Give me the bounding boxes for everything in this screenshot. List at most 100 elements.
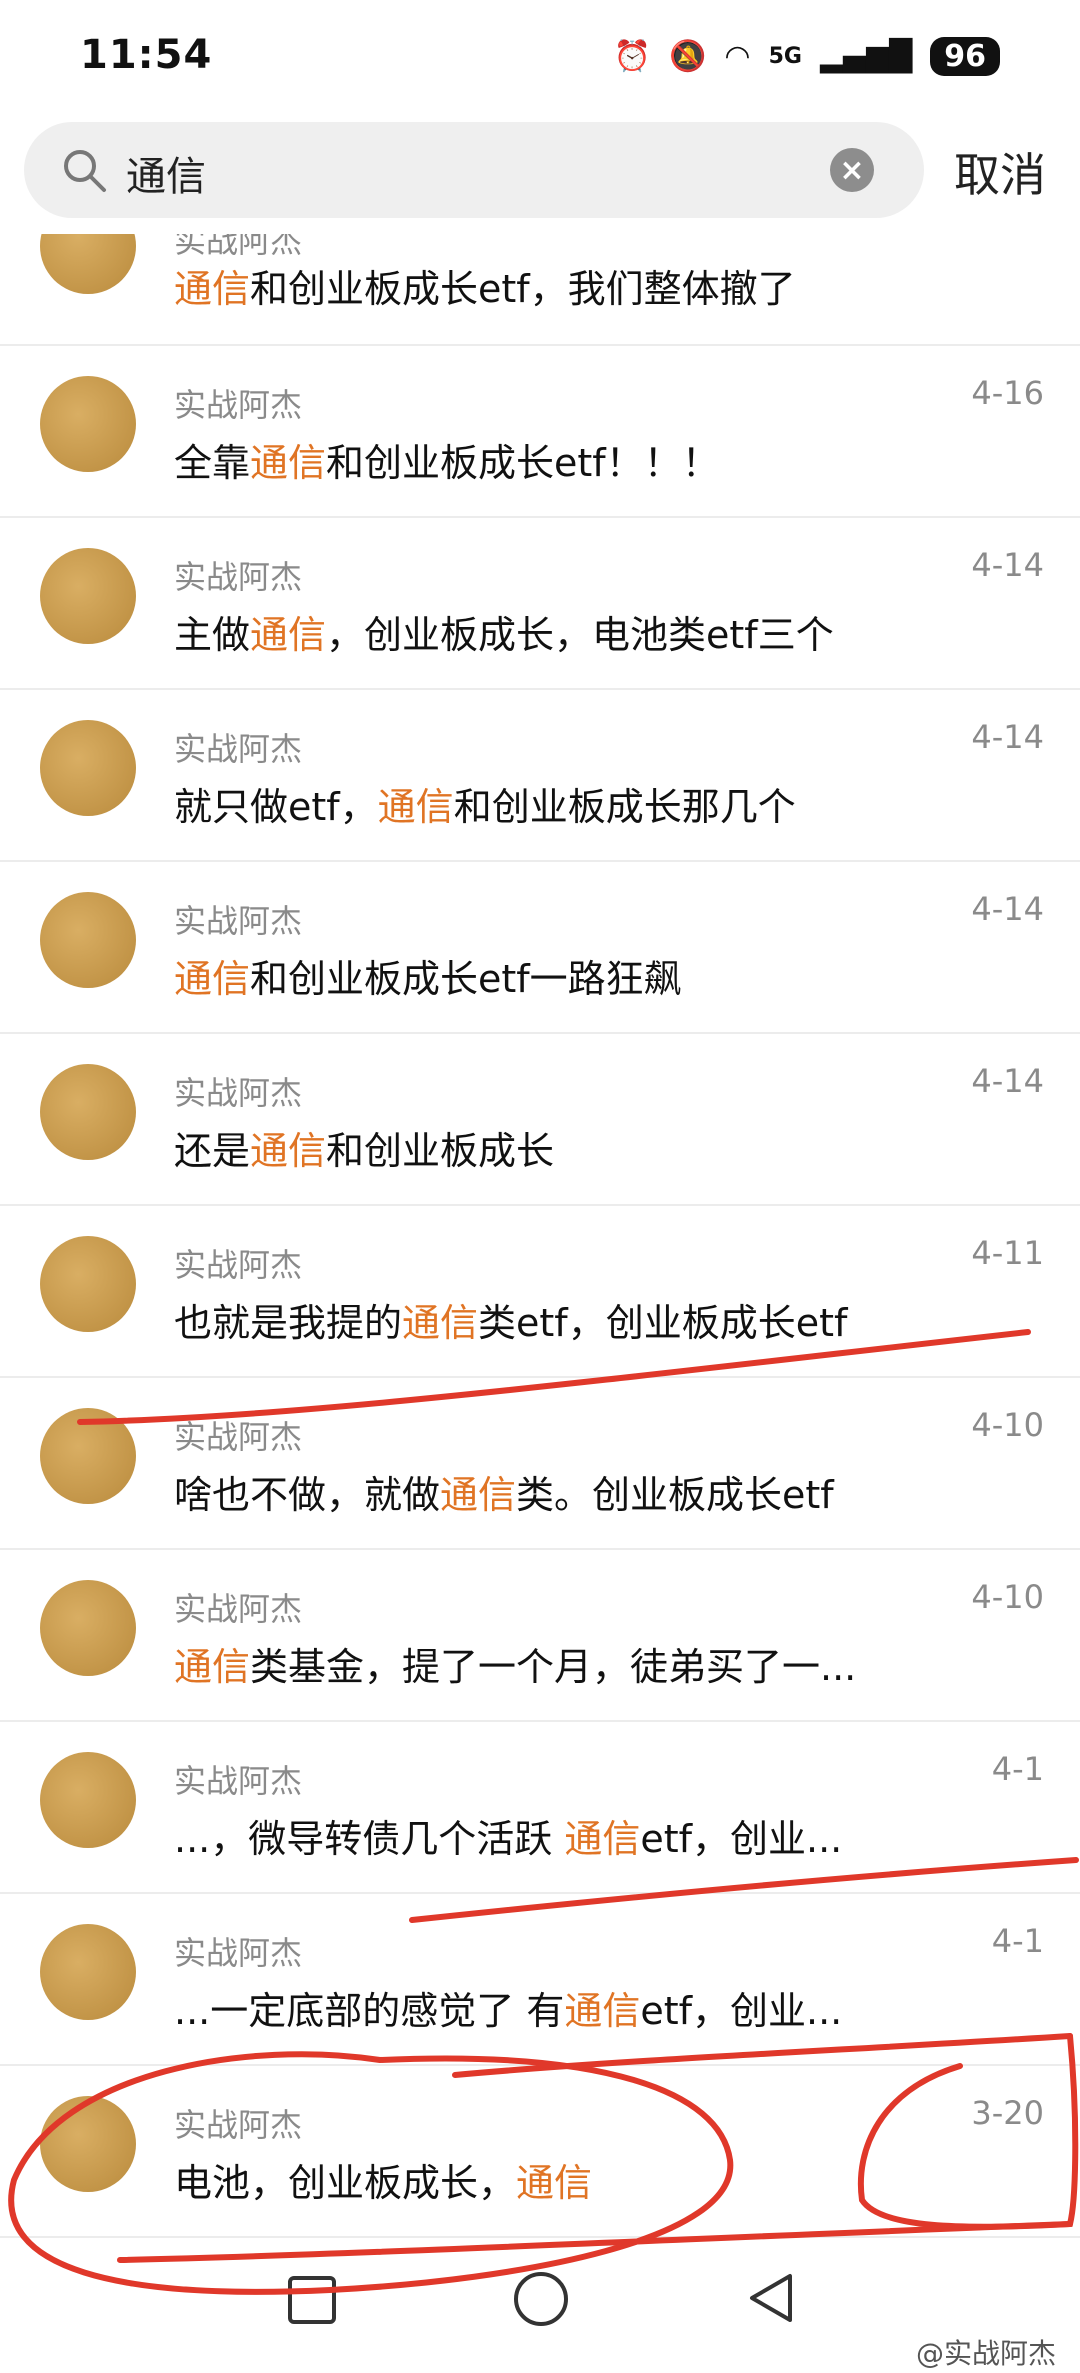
message-text: 电池，创业板成长，通信 <box>174 2152 592 2207</box>
message-fragment: 类etf，创业板成长etf <box>478 1301 848 1345</box>
highlighted-keyword: 通信 <box>564 1989 641 2033</box>
watermark: @实战阿杰 <box>915 2337 1056 2370</box>
message-date: 4-14 <box>971 718 1044 756</box>
result-list: 实战阿杰 通信和创业板成长etf，我们整体撤了 实战阿杰 4-16 全靠通信和创业板成长… <box>0 234 1080 2238</box>
list-item[interactable]: 实战阿杰 4-14 通信和创业板成长etf一路狂飙 <box>0 862 1080 1034</box>
signal-icon: ▂▄▆█ <box>819 38 913 74</box>
message-date: 4-10 <box>971 1578 1044 1616</box>
avatar <box>40 548 136 644</box>
message-fragment: 啥也不做，就做 <box>174 1473 441 1517</box>
wifi-icon: ◠ <box>724 38 751 74</box>
message-text: 通信类基金，提了一个月，徒弟买了一... <box>174 1636 856 1691</box>
list-item[interactable]: 实战阿杰 4-14 主做通信，创业板成长，电池类etf三个 <box>0 518 1080 690</box>
avatar <box>40 1752 136 1848</box>
highlighted-keyword: 通信 <box>377 785 454 829</box>
list-item[interactable]: 实战阿杰 4-10 通信类基金，提了一个月，徒弟买了一... <box>0 1550 1080 1722</box>
highlighted-keyword: 通信 <box>250 613 327 657</box>
message-fragment: 还是 <box>174 1129 251 1173</box>
avatar <box>40 234 136 294</box>
message-date: 4-14 <box>971 546 1044 584</box>
message-fragment: 和创业板成长那几个 <box>453 785 796 829</box>
avatar <box>40 1064 136 1160</box>
message-fragment: 就只做etf， <box>174 785 378 829</box>
search-query: 通信 <box>126 154 206 200</box>
list-item[interactable]: 实战阿杰 4-1 ...一定底部的感觉了 有通信etf，创业... <box>0 1894 1080 2066</box>
search-input[interactable]: 通信 × <box>24 122 924 218</box>
highlighted-keyword: 通信 <box>174 957 251 1001</box>
message-text: ...，微导转债几个活跃 通信etf，创业... <box>174 1808 842 1863</box>
mute-icon: 🔕 <box>669 38 707 74</box>
network-label: 5G <box>768 43 802 69</box>
message-fragment: 类。创业板成长etf <box>516 1473 834 1517</box>
list-item[interactable]: 实战阿杰 4-14 还是通信和创业板成长 <box>0 1034 1080 1206</box>
avatar <box>40 1924 136 2020</box>
message-text: 也就是我提的通信类etf，创业板成长etf <box>174 1292 847 1347</box>
message-fragment: 也就是我提的 <box>174 1301 403 1345</box>
back-button[interactable] <box>744 2270 796 2326</box>
message-fragment: 电池，创业板成长， <box>174 2161 517 2205</box>
message-text: ...一定底部的感觉了 有通信etf，创业... <box>174 1980 842 2035</box>
message-text: 通信和创业板成长etf，我们整体撤了 <box>174 258 796 313</box>
message-fragment: 主做 <box>174 613 251 657</box>
avatar <box>40 892 136 988</box>
avatar <box>40 2096 136 2192</box>
message-text: 全靠通信和创业板成长etf！！！ <box>174 432 720 487</box>
highlighted-keyword: 通信 <box>250 1129 327 1173</box>
message-date: 3-20 <box>971 2094 1044 2132</box>
message-date: 4-1 <box>991 1922 1044 1960</box>
message-fragment: 和创业板成长etf！！！ <box>326 441 720 485</box>
author-name: 实战阿杰 <box>174 1418 303 1456</box>
search-icon <box>64 150 106 192</box>
list-item[interactable]: 实战阿杰 通信和创业板成长etf，我们整体撤了 <box>0 234 1080 346</box>
message-fragment: ...，微导转债几个活跃 <box>174 1817 565 1861</box>
message-text: 啥也不做，就做通信类。创业板成长etf <box>174 1464 834 1519</box>
highlighted-keyword: 通信 <box>174 1645 251 1689</box>
highlighted-keyword: 通信 <box>250 441 327 485</box>
message-fragment: 和创业板成长etf一路狂飙 <box>250 957 682 1001</box>
list-item[interactable]: 实战阿杰 4-11 也就是我提的通信类etf，创业板成长etf <box>0 1206 1080 1378</box>
cancel-button[interactable]: 取消 <box>948 138 1052 206</box>
highlighted-keyword: 通信 <box>516 2161 593 2205</box>
battery-level: 96 <box>930 36 1000 76</box>
author-name: 实战阿杰 <box>174 1074 303 1112</box>
message-date: 4-1 <box>991 1750 1044 1788</box>
message-fragment: etf，创业... <box>640 1817 843 1861</box>
list-item[interactable]: 实战阿杰 4-1 ...，微导转债几个活跃 通信etf，创业... <box>0 1722 1080 1894</box>
message-date: 4-10 <box>971 1406 1044 1444</box>
message-fragment: 和创业板成长 <box>326 1129 555 1173</box>
status-bar: 11:54 ⏰ 🔕 ◠ 5G ▂▄▆█ 96 <box>0 0 1080 112</box>
search-row: 通信 × 取消 <box>0 112 1080 234</box>
home-button[interactable] <box>514 2272 568 2326</box>
status-icons: ⏰ 🔕 ◠ 5G ▂▄▆█ 96 <box>614 34 1000 78</box>
highlighted-keyword: 通信 <box>402 1301 479 1345</box>
avatar <box>40 1408 136 1504</box>
message-fragment: etf，创业... <box>640 1989 843 2033</box>
author-name: 实战阿杰 <box>174 730 303 768</box>
message-text: 就只做etf，通信和创业板成长那几个 <box>174 776 796 831</box>
message-date: 4-14 <box>971 1062 1044 1100</box>
message-fragment: 全靠 <box>174 441 251 485</box>
list-item[interactable]: 实战阿杰 4-16 全靠通信和创业板成长etf！！！ <box>0 346 1080 518</box>
list-item[interactable]: 实战阿杰 4-14 就只做etf，通信和创业板成长那几个 <box>0 690 1080 862</box>
highlighted-keyword: 通信 <box>564 1817 641 1861</box>
alarm-icon: ⏰ <box>613 38 652 74</box>
avatar <box>40 376 136 472</box>
message-fragment: ，创业板成长，电池类etf三个 <box>326 613 834 657</box>
message-fragment: 和创业板成长etf，我们整体撤了 <box>250 267 796 311</box>
list-item[interactable]: 实战阿杰 3-20 电池，创业板成长，通信 <box>0 2066 1080 2238</box>
list-item[interactable]: 实战阿杰 4-10 啥也不做，就做通信类。创业板成长etf <box>0 1378 1080 1550</box>
clear-icon[interactable]: × <box>830 148 874 192</box>
highlighted-keyword: 通信 <box>440 1473 517 1517</box>
avatar <box>40 1236 136 1332</box>
message-fragment: 类基金，提了一个月，徒弟买了一... <box>250 1645 857 1689</box>
message-date: 4-11 <box>971 1234 1044 1272</box>
message-date: 4-14 <box>971 890 1044 928</box>
message-text: 通信和创业板成长etf一路狂飙 <box>174 948 682 1003</box>
message-fragment: ...一定底部的感觉了 有 <box>174 1989 565 2033</box>
author-name: 实战阿杰 <box>174 1590 303 1628</box>
author-name: 实战阿杰 <box>174 1934 303 1972</box>
message-date: 4-16 <box>971 374 1044 412</box>
avatar <box>40 720 136 816</box>
highlighted-keyword: 通信 <box>174 267 251 311</box>
recent-apps-button[interactable] <box>288 2276 336 2324</box>
